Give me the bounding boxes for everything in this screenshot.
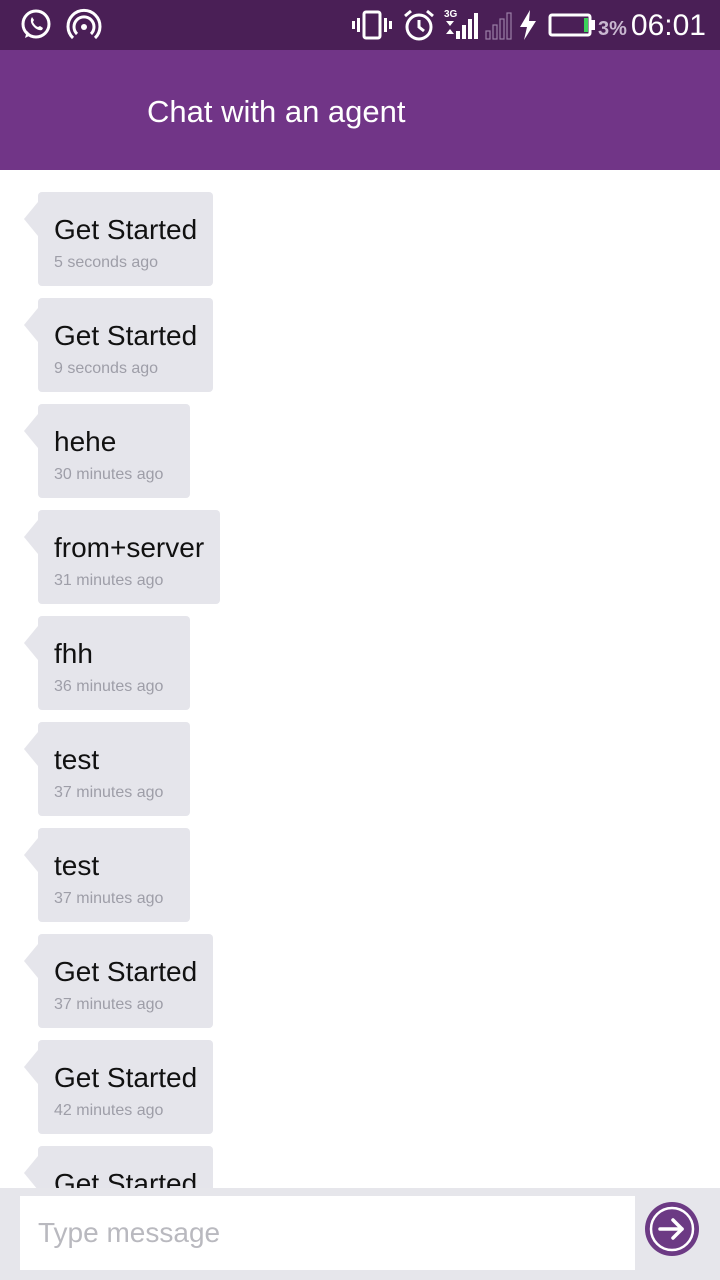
- message-row: test 37 minutes ago: [24, 722, 220, 828]
- page-title: Chat with an agent: [147, 94, 406, 129]
- composer: [0, 1188, 720, 1280]
- message-bubble[interactable]: Get Started: [23, 1146, 214, 1188]
- message-text: test: [54, 850, 100, 881]
- status-bar: 3G 3% 06:01: [0, 0, 720, 50]
- message-timestamp: 5 seconds ago: [54, 254, 159, 271]
- message-text: Get Started: [54, 1168, 198, 1188]
- hotspot-icon: [66, 8, 102, 40]
- vibrate-icon: [352, 10, 392, 40]
- message-text: test: [54, 744, 100, 775]
- message-timestamp: 31 minutes ago: [54, 572, 164, 589]
- message-timestamp: 9 seconds ago: [54, 360, 159, 377]
- app-bar: Chat with an agent: [0, 50, 720, 170]
- message-row: Get Started 42 minutes ago: [23, 1040, 220, 1146]
- message-text: fhh: [54, 638, 93, 669]
- message-timestamp: 30 minutes ago: [54, 466, 164, 483]
- message-bubble[interactable]: Get Started 9 seconds ago: [23, 298, 214, 392]
- signal-3g-icon: 3G: [444, 9, 478, 39]
- message-bubble[interactable]: from+server 31 minutes ago: [23, 510, 221, 604]
- message-row: hehe 30 minutes ago: [24, 404, 220, 510]
- message-text: Get Started: [54, 956, 198, 987]
- message-timestamp: 37 minutes ago: [54, 996, 164, 1013]
- message-input[interactable]: [20, 1196, 635, 1270]
- message-text: Get Started: [54, 320, 198, 351]
- message-list-inner: Get Started 5 seconds ago Get Started 9 sec…: [23, 192, 221, 1188]
- message-text: from+server: [54, 532, 205, 563]
- message-bubble[interactable]: Get Started 42 minutes ago: [23, 1040, 214, 1134]
- message-bubble[interactable]: hehe 30 minutes ago: [24, 404, 190, 498]
- message-list[interactable]: Get Started 5 seconds ago Get Started 9 sec…: [0, 170, 720, 1188]
- message-text: Get Started: [54, 214, 198, 245]
- message-timestamp: 37 minutes ago: [54, 784, 164, 801]
- charging-icon: [520, 10, 536, 40]
- message-timestamp: 42 minutes ago: [54, 1102, 164, 1119]
- whatsapp-icon: [21, 9, 51, 39]
- arrow-right-icon: [649, 1206, 695, 1252]
- clock: 06:01: [630, 9, 706, 42]
- message-row: from+server 31 minutes ago: [23, 510, 221, 616]
- battery-percent: 3%: [598, 18, 627, 40]
- message-timestamp: 36 minutes ago: [54, 678, 164, 695]
- message-timestamp: 37 minutes ago: [54, 890, 164, 907]
- signal-empty-icon: [485, 12, 512, 40]
- message-row: test 37 minutes ago: [24, 828, 220, 934]
- message-bubble[interactable]: Get Started 37 minutes ago: [23, 934, 214, 1028]
- message-bubble[interactable]: Get Started 5 seconds ago: [23, 192, 214, 286]
- message-row: fhh 36 minutes ago: [24, 616, 220, 722]
- message-text: Get Started: [54, 1062, 198, 1093]
- message-text: hehe: [54, 426, 117, 457]
- message-bubble[interactable]: fhh 36 minutes ago: [24, 616, 190, 710]
- send-button[interactable]: [645, 1202, 699, 1256]
- alarm-icon: [404, 9, 434, 41]
- message-row: Get Started 37 minutes ago: [23, 934, 220, 1040]
- message-row: Get Started 9 seconds ago: [23, 298, 220, 404]
- battery-icon: [548, 13, 595, 37]
- message-row: Get Started 5 seconds ago: [23, 192, 220, 298]
- message-row: Get Started: [23, 1146, 220, 1188]
- message-bubble[interactable]: test 37 minutes ago: [24, 828, 190, 922]
- message-bubble[interactable]: test 37 minutes ago: [24, 722, 190, 816]
- svg-text:3G: 3G: [444, 9, 458, 20]
